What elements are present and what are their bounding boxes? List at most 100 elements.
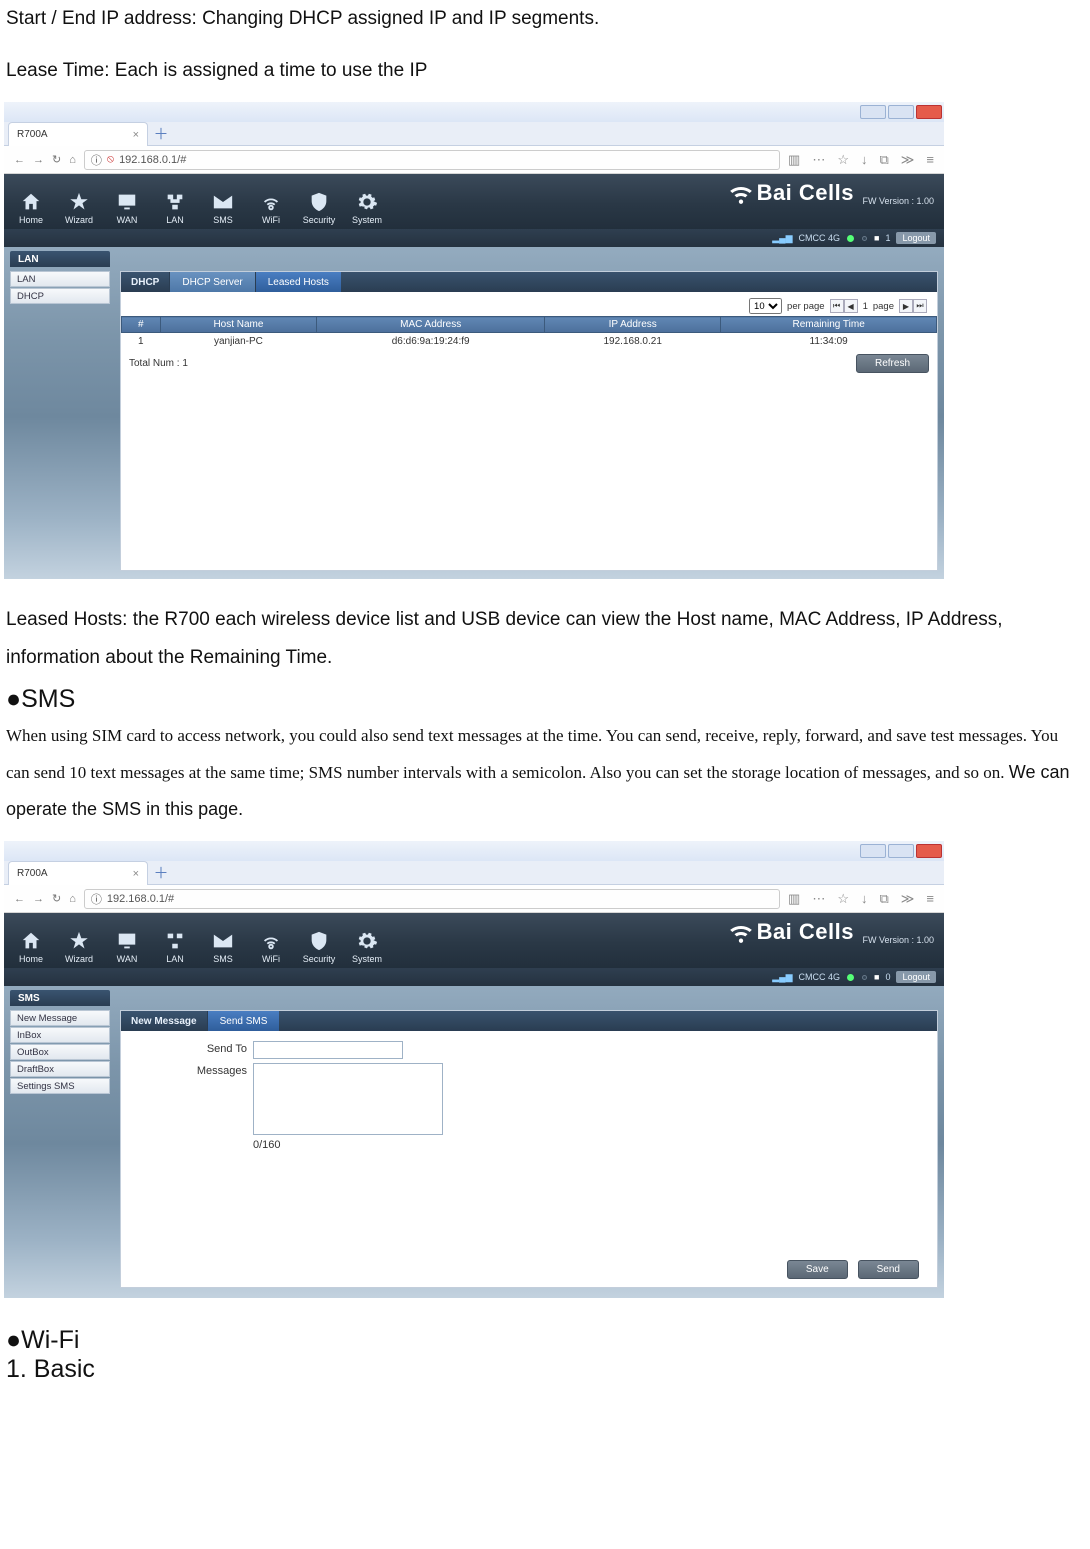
reload-icon[interactable]: ↻ [52,892,61,905]
paragraph-leased-hosts: Leased Hosts: the R700 each wireless dev… [0,601,1090,677]
nav-wifi[interactable]: WiFi [248,916,294,968]
menu-icon[interactable]: ≡ [926,152,934,167]
refresh-button[interactable]: Refresh [856,354,929,373]
side-item-draftbox[interactable]: DraftBox [10,1061,110,1077]
nav-wizard[interactable]: Wizard [56,916,102,968]
status-carrier: CMCC 4G [799,233,841,243]
pager-last[interactable]: ⏭ [913,299,927,313]
nav-sms[interactable]: SMS [200,177,246,229]
side-menu: New Message InBox OutBox DraftBox Settin… [10,1010,110,1094]
url-bar[interactable]: ⓘ ⦸ 192.168.0.1/# [84,150,780,170]
url-bar[interactable]: ⓘ 192.168.0.1/# [84,889,780,909]
window-minimize[interactable] [860,844,886,858]
new-tab-button[interactable]: ＋ [148,122,174,145]
col-ip: IP Address [545,317,721,333]
window-maximize[interactable] [888,105,914,119]
side-item-inbox[interactable]: InBox [10,1027,110,1043]
char-counter: 0/160 [253,1139,921,1151]
side-item-dhcp[interactable]: DHCP [10,288,110,304]
nav-wifi[interactable]: WiFi [248,177,294,229]
nav-security[interactable]: Security [296,177,342,229]
browser-toolbar-right: ▥ ⋯ ☆ ↓ ⧉ ≫ ≡ [788,152,934,168]
leased-hosts-table: # Host Name MAC Address IP Address Remai… [121,316,937,350]
reader-icon[interactable]: ▥ [788,891,800,907]
nav-label: SMS [213,215,233,225]
library-icon[interactable]: ⧉ [880,152,889,168]
nav-lan[interactable]: LAN [152,177,198,229]
tab-send-sms[interactable]: Send SMS [207,1011,280,1031]
col-number: # [122,317,161,333]
messages-textarea[interactable] [253,1063,443,1135]
pager-first[interactable]: ⏮ [830,299,844,313]
sidebar-icon[interactable]: ≫ [901,152,915,168]
forward-icon[interactable]: → [33,893,44,905]
nav-wan[interactable]: WAN [104,177,150,229]
indicator-icon [862,975,867,980]
star-icon[interactable]: ☆ [837,891,849,907]
reader-icon[interactable]: ▥ [788,152,800,168]
per-page-select[interactable]: 10 [749,298,782,314]
window-titlebar [4,841,944,861]
back-icon[interactable]: ← [14,154,25,166]
brand-text: Bai Cells [757,919,854,945]
download-icon[interactable]: ↓ [861,891,868,906]
side-item-lan[interactable]: LAN [10,271,110,287]
pager-buttons: ⏮ ◀ [830,299,858,313]
pager-prev[interactable]: ◀ [844,299,858,313]
pager: 10 per page ⏮ ◀ 1 page ▶ ⏭ [121,292,937,316]
logout-button[interactable]: Logout [896,971,936,983]
main-panel: DHCP DHCP Server Leased Hosts 10 per pag… [120,271,938,571]
more-icon[interactable]: ⋯ [812,891,825,907]
pager-next[interactable]: ▶ [899,299,913,313]
new-tab-button[interactable]: ＋ [148,861,174,884]
window-minimize[interactable] [860,105,886,119]
nav-label: WiFi [262,215,280,225]
side-item-new-message[interactable]: New Message [10,1010,110,1026]
sidebar-icon[interactable]: ≫ [901,891,915,907]
wifi-icon [260,191,282,213]
menu-icon[interactable]: ≡ [926,891,934,906]
browser-tab-strip: R700A × ＋ [4,122,944,146]
side-item-outbox[interactable]: OutBox [10,1044,110,1060]
nav-home[interactable]: Home [8,177,54,229]
cell-remaining: 11:34:09 [721,333,937,351]
send-button[interactable]: Send [858,1260,919,1279]
nav-label: WAN [117,954,138,964]
nav-home[interactable]: Home [8,916,54,968]
browser-tab[interactable]: R700A × [8,861,148,885]
star-icon[interactable]: ☆ [837,152,849,168]
side-menu: LAN DHCP [10,271,110,304]
window-close[interactable] [916,844,942,858]
tab-dhcp-server[interactable]: DHCP Server [169,272,254,292]
forward-icon[interactable]: → [33,154,44,166]
nav-system[interactable]: System [344,916,390,968]
col-mac: MAC Address [317,317,545,333]
home-icon[interactable]: ⌂ [69,893,76,905]
nav-label: System [352,954,382,964]
brand-logo: Bai Cells [728,180,854,206]
window-close[interactable] [916,105,942,119]
status-count: 0 [885,972,890,982]
logout-button[interactable]: Logout [896,232,936,244]
nav-wizard[interactable]: Wizard [56,177,102,229]
tab-leased-hosts[interactable]: Leased Hosts [255,272,341,292]
send-to-input[interactable] [253,1041,403,1059]
nav-security[interactable]: Security [296,916,342,968]
download-icon[interactable]: ↓ [861,152,868,167]
close-icon[interactable]: × [133,129,139,141]
browser-tab[interactable]: R700A × [8,122,148,146]
reload-icon[interactable]: ↻ [52,153,61,166]
nav-wan[interactable]: WAN [104,916,150,968]
window-maximize[interactable] [888,844,914,858]
library-icon[interactable]: ⧉ [880,891,889,907]
nav-sms[interactable]: SMS [200,916,246,968]
close-icon[interactable]: × [133,868,139,880]
more-icon[interactable]: ⋯ [812,152,825,168]
home-icon[interactable]: ⌂ [69,154,76,166]
brand-text: Bai Cells [757,180,854,206]
side-item-settings-sms[interactable]: Settings SMS [10,1078,110,1094]
nav-system[interactable]: System [344,177,390,229]
save-button[interactable]: Save [787,1260,848,1279]
back-icon[interactable]: ← [14,893,25,905]
nav-lan[interactable]: LAN [152,916,198,968]
